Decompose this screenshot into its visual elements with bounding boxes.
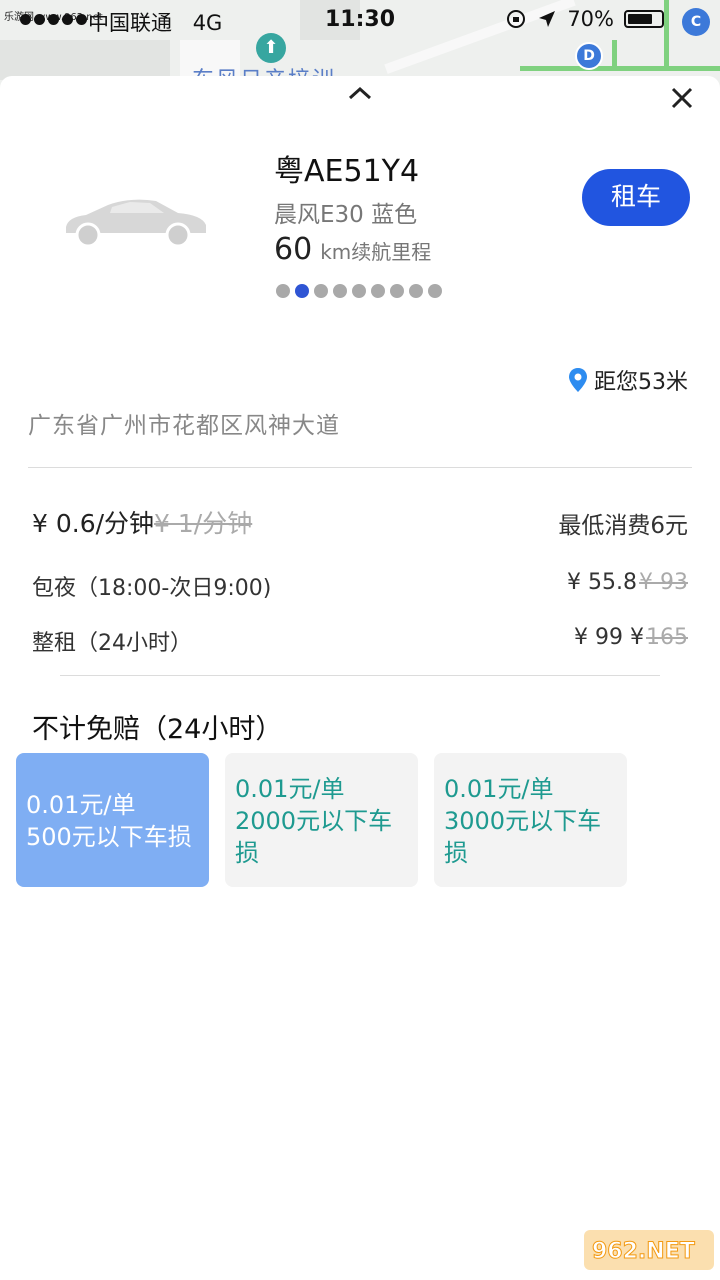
rent-button[interactable]: 租车 bbox=[582, 169, 690, 226]
insurance-desc: 500元以下车损 bbox=[26, 823, 192, 851]
range-info: 60 km续航里程 bbox=[274, 232, 431, 267]
carousel-dot bbox=[371, 284, 385, 298]
insurance-price: 0.01元/单 bbox=[444, 775, 554, 803]
night-price-current: ¥ 55.8 bbox=[567, 570, 638, 595]
insurance-price: 0.01元/单 bbox=[235, 775, 345, 803]
status-bar: 乐游网 www.962.net 中国联通 4G 11:30 70% C bbox=[0, 0, 720, 40]
insurance-desc: 3000元以下车损 bbox=[444, 807, 602, 867]
divider bbox=[60, 675, 660, 676]
carousel-dot bbox=[314, 284, 328, 298]
carousel-dot bbox=[390, 284, 404, 298]
insurance-price: 0.01元/单 bbox=[26, 791, 136, 819]
insurance-option-2000[interactable]: 0.01元/单 2000元以下车损 bbox=[225, 753, 418, 887]
vehicle-detail-sheet: 粤AE51Y4 晨风E30 蓝色 60 km续航里程 租车 距您53米 广东省广州… bbox=[0, 76, 720, 1280]
night-package-label: 包夜（18:00-次日9:00) bbox=[32, 576, 272, 601]
distance-info: 距您53米 bbox=[568, 364, 688, 396]
rotation-lock-icon bbox=[507, 10, 526, 28]
carousel-dot bbox=[276, 284, 290, 298]
carousel-dot bbox=[428, 284, 442, 298]
battery-icon bbox=[624, 10, 664, 28]
day-package-price: ¥ 99 ¥165 bbox=[574, 625, 688, 650]
license-plate: 粤AE51Y4 bbox=[274, 154, 420, 189]
carousel-indicator[interactable] bbox=[276, 284, 442, 298]
insurance-option-500[interactable]: 0.01元/单 500元以下车损 bbox=[16, 753, 209, 887]
distance-text: 距您53米 bbox=[594, 370, 688, 395]
watermark-logo: 962.NET bbox=[584, 1230, 714, 1270]
carousel-dot bbox=[352, 284, 366, 298]
address-text: 广东省广州市花都区风神大道 bbox=[28, 413, 340, 439]
day-price-original: 165 bbox=[646, 625, 688, 650]
per-minute-current: ¥ 0.6/分钟 bbox=[32, 509, 155, 538]
location-arrow-icon bbox=[539, 11, 556, 27]
per-minute-price: ¥ 0.6/分钟¥ 1/分钟 bbox=[32, 504, 252, 540]
insurance-desc: 2000元以下车损 bbox=[235, 807, 393, 867]
per-minute-original: ¥ 1/分钟 bbox=[154, 509, 253, 538]
map-green-route bbox=[612, 40, 617, 70]
battery-percent: 70% bbox=[567, 7, 614, 31]
minimum-spend: 最低消费6元 bbox=[558, 513, 688, 539]
day-price-current: ¥ 99 ¥ bbox=[574, 625, 644, 650]
car-image bbox=[66, 199, 206, 248]
carousel-dot-active bbox=[295, 284, 309, 298]
range-value: 60 bbox=[274, 232, 313, 267]
map-block bbox=[0, 40, 170, 80]
map-marker-c[interactable]: C bbox=[682, 8, 710, 36]
status-right: 70% bbox=[505, 7, 664, 31]
svg-text:962.NET: 962.NET bbox=[592, 1239, 695, 1264]
map-green-route bbox=[520, 66, 720, 71]
carousel-dot bbox=[409, 284, 423, 298]
night-price-original: ¥ 93 bbox=[639, 570, 688, 595]
car-model: 晨风E30 蓝色 bbox=[274, 202, 418, 228]
divider bbox=[28, 467, 692, 468]
insurance-option-3000[interactable]: 0.01元/单 3000元以下车损 bbox=[434, 753, 627, 887]
carousel-dot bbox=[333, 284, 347, 298]
range-unit: km续航里程 bbox=[320, 240, 432, 264]
close-icon[interactable] bbox=[664, 84, 700, 120]
map-marker-d[interactable]: D bbox=[575, 42, 603, 70]
night-package-price: ¥ 55.8¥ 93 bbox=[567, 570, 688, 595]
day-package-label: 整租（24小时） bbox=[32, 631, 192, 656]
insurance-title: 不计免赔（24小时） bbox=[32, 714, 283, 745]
chevron-up-icon[interactable] bbox=[346, 84, 374, 108]
location-pin-icon bbox=[569, 368, 587, 392]
